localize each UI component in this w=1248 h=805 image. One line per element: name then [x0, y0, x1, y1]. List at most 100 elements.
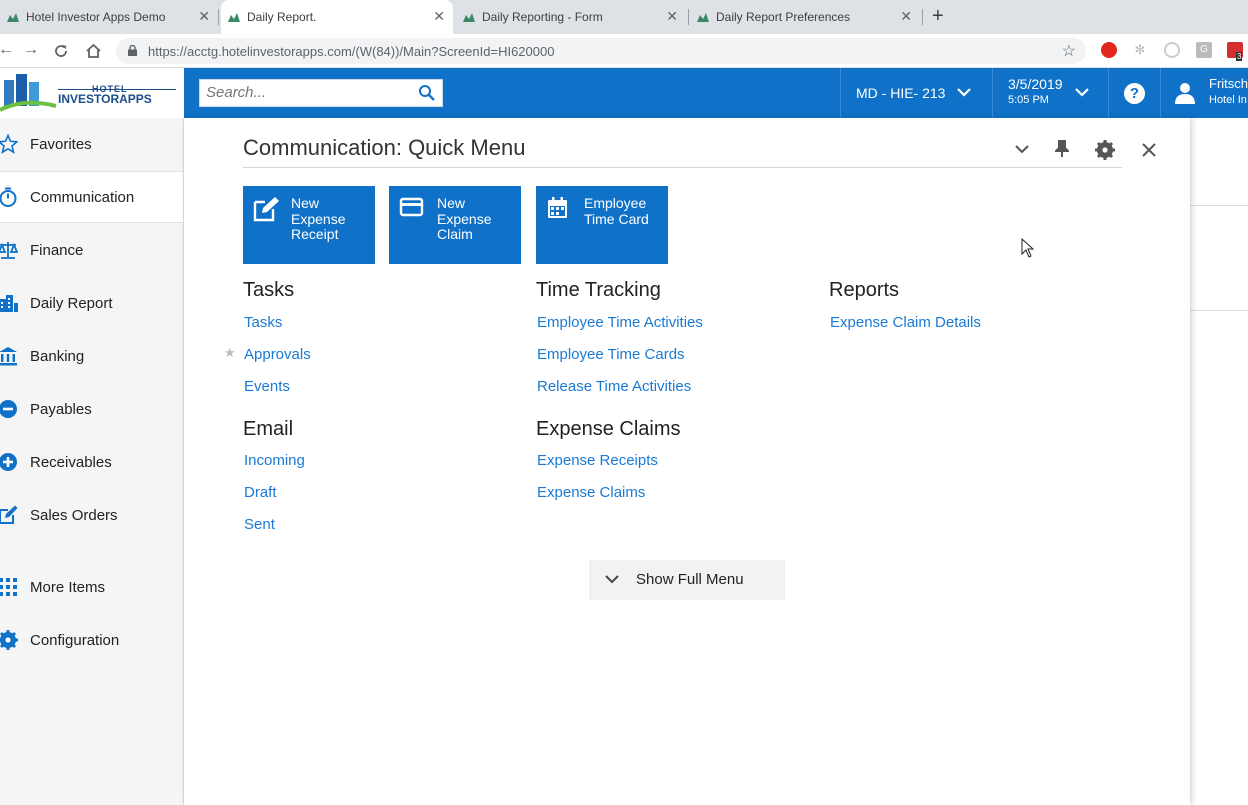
circle-extension-icon[interactable] [1164, 42, 1180, 58]
sidebar-item-label: Payables [30, 400, 92, 418]
sidebar-item-sales-orders[interactable]: Sales Orders [0, 489, 183, 541]
browser-tab[interactable]: Daily Report Preferences ✕ [690, 0, 920, 34]
calendar-icon [548, 197, 567, 218]
sidebar-item-banking[interactable]: Banking [0, 330, 183, 382]
sidebar-item-communication[interactable]: Communication [0, 171, 183, 223]
user-name: Fritsch [1209, 76, 1248, 91]
close-tab-icon[interactable]: ✕ [198, 8, 210, 25]
home-icon[interactable] [85, 43, 102, 59]
search-icon[interactable] [418, 84, 436, 102]
tile-label: New Expense Claim [437, 195, 492, 242]
snowflake-extension-icon[interactable]: ✻ [1132, 42, 1148, 58]
tab-separator [688, 9, 689, 25]
sidebar-item-configuration[interactable]: Configuration [0, 614, 183, 666]
tab-separator [218, 9, 219, 25]
link-tasks[interactable]: Tasks [244, 314, 282, 331]
browser-tab-title: Daily Report. [247, 10, 317, 24]
link-incoming[interactable]: Incoming [244, 452, 305, 469]
edit-icon [253, 197, 279, 222]
link-approvals[interactable]: Approvals [244, 346, 311, 363]
user-menu[interactable]: Fritsch Hotel In [1160, 68, 1248, 118]
sidebar-item-label: Favorites [30, 135, 92, 153]
sidebar-item-label: Receivables [30, 453, 112, 471]
url-text: https://acctg.hotelinvestorapps.com/(W(8… [148, 44, 555, 59]
sidebar-item-daily-report[interactable]: Daily Report [0, 277, 183, 329]
browser-tab-title: Daily Report Preferences [716, 10, 851, 24]
back-icon[interactable]: ← [0, 41, 14, 59]
browser-tab[interactable]: Hotel Investor Apps Demo ✕ [0, 0, 218, 34]
title-divider [243, 167, 1122, 168]
link-expense-claims[interactable]: Expense Claims [537, 484, 645, 501]
opera-extension-icon[interactable] [1101, 42, 1117, 58]
pin-icon[interactable] [1055, 140, 1069, 158]
favicon-icon [697, 13, 709, 22]
tile-new-expense-claim[interactable]: New Expense Claim [389, 186, 521, 264]
bank-icon [0, 347, 17, 366]
link-sent[interactable]: Sent [244, 516, 275, 533]
chevron-down-icon[interactable] [1015, 144, 1029, 154]
favorite-star-icon[interactable]: ★ [224, 345, 236, 361]
sidebar-item-receivables[interactable]: Receivables [0, 436, 183, 488]
gear-icon[interactable] [1095, 140, 1115, 160]
mouse-cursor-icon [1021, 238, 1035, 258]
tile-new-expense-receipt[interactable]: New Expense Receipt [243, 186, 375, 264]
browser-tab-title: Daily Reporting - Form [482, 10, 603, 24]
branch-label: MD - HIE- 213 [856, 85, 946, 101]
g-extension-icon[interactable]: G [1196, 42, 1212, 58]
show-full-menu-button[interactable]: Show Full Menu [589, 560, 785, 600]
close-tab-icon[interactable]: ✕ [433, 8, 445, 25]
business-date: 3/5/2019 [1008, 76, 1063, 92]
link-events[interactable]: Events [244, 378, 290, 395]
sidebar-item-finance[interactable]: Finance [0, 224, 183, 276]
forward-icon[interactable]: → [23, 41, 39, 59]
sidebar-item-label: Finance [30, 241, 84, 259]
address-bar: ← → https://acctg.hotelinvestorapps.com/… [0, 34, 1248, 68]
business-date-selector[interactable]: 3/5/2019 5:05 PM [992, 68, 1108, 118]
link-expense-receipts[interactable]: Expense Receipts [537, 452, 658, 469]
app-logo[interactable]: HOTEL INVESTORAPPS [0, 68, 184, 118]
bookmark-star-icon[interactable]: ☆ [1062, 41, 1076, 61]
tile-employee-time-card[interactable]: Employee Time Card [536, 186, 668, 264]
scales-icon [0, 242, 18, 259]
quick-menu-title: Communication: Quick Menu [243, 135, 526, 160]
link-expense-claim-details[interactable]: Expense Claim Details [830, 314, 981, 331]
favicon-icon [228, 13, 240, 22]
extension-badge: 3 [1236, 52, 1243, 61]
favicon-icon [463, 13, 475, 22]
browser-tab-active[interactable]: Daily Report. ✕ [221, 0, 453, 34]
close-tab-icon[interactable]: ✕ [900, 8, 912, 25]
user-icon [1175, 83, 1195, 104]
help-icon: ? [1124, 83, 1145, 104]
section-title-expense-claims: Expense Claims [536, 418, 681, 440]
chevron-down-icon [957, 88, 971, 97]
card-icon [399, 197, 424, 217]
link-release-time-activities[interactable]: Release Time Activities [537, 378, 691, 395]
close-icon[interactable] [1141, 142, 1157, 158]
business-time: 5:05 PM [1008, 94, 1049, 106]
branch-selector[interactable]: MD - HIE- 213 [840, 68, 992, 118]
link-employee-time-cards[interactable]: Employee Time Cards [537, 346, 685, 363]
app-header: HOTEL INVESTORAPPS MD - HIE- 213 3/5/201… [0, 68, 1248, 118]
gear-icon [0, 630, 18, 650]
browser-tab[interactable]: Daily Reporting - Form ✕ [456, 0, 686, 34]
chevron-down-icon [605, 575, 619, 584]
link-draft[interactable]: Draft [244, 484, 277, 501]
url-bar[interactable]: https://acctg.hotelinvestorapps.com/(W(8… [116, 38, 1086, 64]
new-tab-icon[interactable]: + [932, 5, 944, 28]
sidebar-item-payables[interactable]: Payables [0, 383, 183, 435]
sidebar-item-label: More Items [30, 578, 106, 596]
sidebar-item-favorites[interactable]: Favorites [0, 118, 183, 170]
help-button[interactable]: ? [1108, 68, 1160, 118]
star-icon [0, 134, 18, 154]
quick-menu-panel: Communication: Quick Menu New Expense Re… [184, 118, 1190, 805]
sidebar-item-more-items[interactable]: More Items [0, 561, 183, 613]
close-tab-icon[interactable]: ✕ [666, 8, 678, 25]
grid-icon [0, 578, 17, 596]
link-employee-time-activities[interactable]: Employee Time Activities [537, 314, 703, 331]
search-input[interactable] [206, 84, 406, 101]
favicon-icon [7, 13, 19, 22]
sidebar-item-label: Configuration [30, 631, 120, 649]
mail-extension-icon[interactable]: 3 [1227, 42, 1243, 61]
reload-icon[interactable] [53, 43, 69, 59]
section-title-email: Email [243, 418, 294, 440]
